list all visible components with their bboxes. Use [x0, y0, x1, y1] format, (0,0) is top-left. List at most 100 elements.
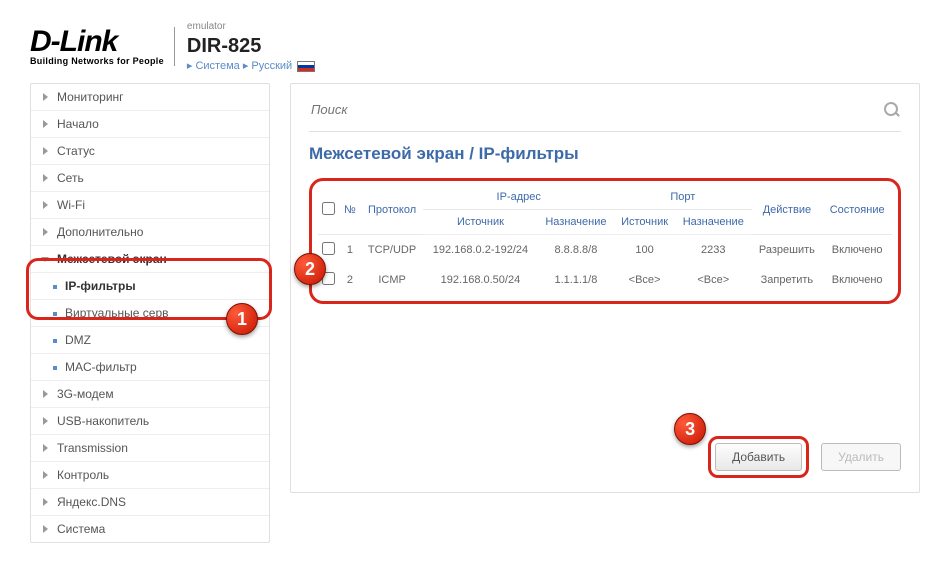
device-model: DIR-825: [187, 33, 315, 59]
cell-no: 2: [339, 265, 361, 295]
sidebar-item-label: DMZ: [65, 333, 91, 347]
chevron-right-icon: [41, 146, 51, 156]
chevron-right-icon: [41, 389, 51, 399]
chevron-right-icon: [41, 119, 51, 129]
row-checkbox[interactable]: [322, 242, 335, 255]
brand-logo: D-Link Building Networks for People: [30, 27, 175, 66]
sidebar-item-label: Сеть: [57, 171, 84, 185]
emulator-label: emulator: [187, 20, 315, 33]
main-panel: Межсетевой экран / IP-фильтры № Протокол…: [290, 83, 920, 493]
chevron-right-icon: [41, 416, 51, 426]
table-row[interactable]: 1 TCP/UDP 192.168.0.2-192/24 8.8.8.8/8 1…: [318, 235, 892, 266]
sidebar-item-network[interactable]: Сеть: [31, 165, 269, 192]
sidebar-item-label: IP-фильтры: [65, 279, 136, 293]
sidebar-item-label: MAC-фильтр: [65, 360, 137, 374]
brand-name: D-Link: [30, 27, 164, 57]
chevron-right-icon: ▸: [243, 60, 249, 72]
delete-button[interactable]: Удалить: [821, 443, 901, 471]
sidebar-item-label: Transmission: [57, 441, 128, 455]
brand-tagline: Building Networks for People: [30, 57, 164, 66]
search-bar: [309, 94, 901, 132]
table-row[interactable]: 2 ICMP 192.168.0.50/24 1.1.1.1/8 <Все> <…: [318, 265, 892, 295]
chevron-down-icon: [41, 254, 51, 264]
col-port-dst: Назначение: [675, 210, 752, 235]
cell-src: 192.168.0.2-192/24: [423, 235, 537, 266]
sidebar-item-label: Виртуальные серв: [65, 306, 169, 320]
col-group-port: Порт: [614, 185, 751, 210]
sidebar-item-label: Дополнительно: [57, 225, 143, 239]
chevron-right-icon: [41, 173, 51, 183]
crumb-system[interactable]: Система: [195, 60, 239, 72]
search-input[interactable]: [309, 98, 883, 121]
sidebar-item-label: Система: [57, 522, 105, 536]
sidebar-item-label: USB-накопитель: [57, 414, 149, 428]
sidebar-item-mac-filter[interactable]: MAC-фильтр: [31, 354, 269, 381]
col-ip-src: Источник: [423, 210, 537, 235]
sidebar-item-monitoring[interactable]: Мониторинг: [31, 84, 269, 111]
sidebar-item-control[interactable]: Контроль: [31, 462, 269, 489]
sidebar-item-label: Контроль: [57, 468, 109, 482]
annotation-box-3: Добавить: [708, 436, 809, 478]
col-ip-dst: Назначение: [538, 210, 615, 235]
cell-dst: 8.8.8.8/8: [538, 235, 615, 266]
sidebar-item-3g-modem[interactable]: 3G-модем: [31, 381, 269, 408]
add-button[interactable]: Добавить: [715, 443, 802, 471]
sidebar-item-start[interactable]: Начало: [31, 111, 269, 138]
sidebar-item-usb-storage[interactable]: USB-накопитель: [31, 408, 269, 435]
sidebar-item-label: 3G-модем: [57, 387, 114, 401]
sidebar-item-firewall[interactable]: Межсетевой экран: [31, 246, 269, 273]
cell-psrc: <Все>: [614, 265, 675, 295]
cell-pdst: 2233: [675, 235, 752, 266]
device-block: emulator DIR-825 ▸Система ▸Русский: [187, 20, 315, 73]
cell-src: 192.168.0.50/24: [423, 265, 537, 295]
cell-no: 1: [339, 235, 361, 266]
chevron-right-icon: [41, 470, 51, 480]
sidebar-item-label: Яндекс.DNS: [57, 495, 126, 509]
col-protocol: Протокол: [361, 185, 423, 235]
sidebar-item-transmission[interactable]: Transmission: [31, 435, 269, 462]
flag-icon[interactable]: [297, 61, 315, 72]
breadcrumb: ▸Система ▸Русский: [187, 59, 315, 73]
sidebar-item-label: Статус: [57, 144, 95, 158]
sidebar-item-label: Межсетевой экран: [57, 252, 167, 266]
sidebar-item-label: Wi-Fi: [57, 198, 85, 212]
col-no: №: [339, 185, 361, 235]
search-icon[interactable]: [883, 101, 901, 119]
chevron-right-icon: [41, 497, 51, 507]
col-state: Состояние: [822, 185, 892, 235]
button-row: 3 Добавить Удалить: [668, 436, 901, 478]
cell-psrc: 100: [614, 235, 675, 266]
cell-action: Запретить: [752, 265, 823, 295]
sidebar-item-system[interactable]: Система: [31, 516, 269, 542]
crumb-language[interactable]: Русский: [251, 60, 292, 72]
cell-proto: ICMP: [361, 265, 423, 295]
sidebar-item-wifi[interactable]: Wi-Fi: [31, 192, 269, 219]
col-port-src: Источник: [614, 210, 675, 235]
ip-filters-table: № Протокол IP-адрес Порт Действие Состоя…: [318, 185, 892, 295]
chevron-right-icon: [41, 227, 51, 237]
page-title: Межсетевой экран / IP-фильтры: [309, 144, 901, 164]
cell-state: Включено: [822, 265, 892, 295]
chevron-right-icon: ▸: [187, 60, 193, 72]
sidebar-item-status[interactable]: Статус: [31, 138, 269, 165]
sidebar-item-advanced[interactable]: Дополнительно: [31, 219, 269, 246]
sidebar-item-label: Начало: [57, 117, 99, 131]
chevron-right-icon: [41, 92, 51, 102]
cell-dst: 1.1.1.1/8: [538, 265, 615, 295]
col-group-ip: IP-адрес: [423, 185, 614, 210]
select-all-checkbox[interactable]: [322, 202, 335, 215]
chevron-right-icon: [41, 524, 51, 534]
ip-filters-table-wrap: № Протокол IP-адрес Порт Действие Состоя…: [309, 178, 901, 304]
sidebar-item-yandex-dns[interactable]: Яндекс.DNS: [31, 489, 269, 516]
header: D-Link Building Networks for People emul…: [30, 20, 920, 83]
cell-proto: TCP/UDP: [361, 235, 423, 266]
col-action: Действие: [752, 185, 823, 235]
cell-pdst: <Все>: [675, 265, 752, 295]
annotation-bubble-3: 3: [674, 413, 706, 445]
sidebar-item-ip-filters[interactable]: IP-фильтры: [31, 273, 269, 300]
cell-action: Разрешить: [752, 235, 823, 266]
chevron-right-icon: [41, 200, 51, 210]
chevron-right-icon: [41, 443, 51, 453]
sidebar-item-label: Мониторинг: [57, 90, 124, 104]
cell-state: Включено: [822, 235, 892, 266]
